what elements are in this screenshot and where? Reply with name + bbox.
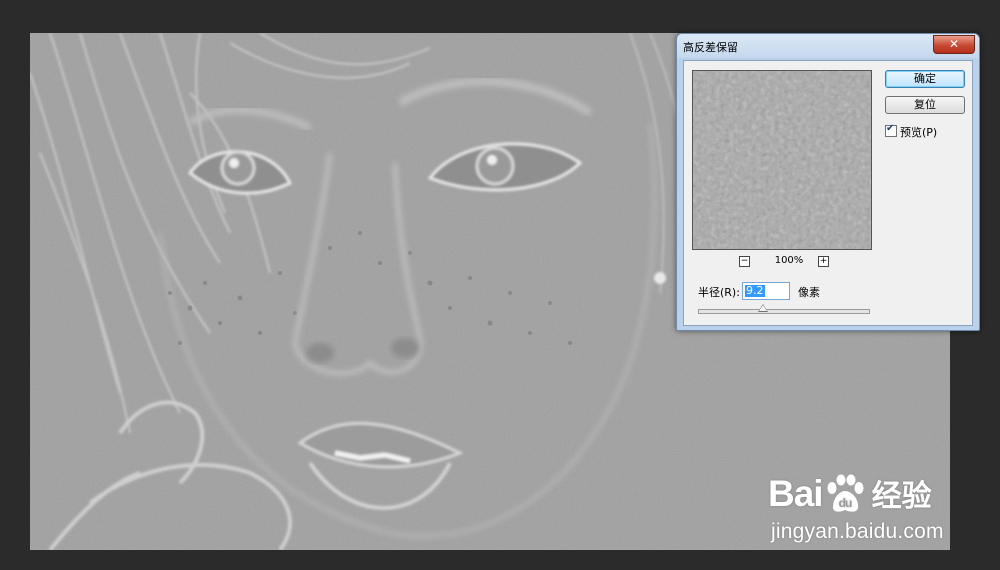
radius-value: 9.2: [745, 284, 765, 297]
paw-icon: du: [823, 474, 869, 514]
svg-text:du: du: [838, 496, 851, 510]
radius-input[interactable]: 9.2: [742, 282, 790, 300]
preview-label: 预览(P): [900, 126, 938, 139]
ok-button[interactable]: 确定: [885, 70, 965, 88]
preview-texture: [693, 71, 871, 249]
zoom-controls: − 100% +: [692, 255, 872, 269]
baidu-jingyan-watermark: Bai du 经验 jingyan.baidu.com: [768, 462, 958, 552]
zoom-in-button[interactable]: +: [818, 256, 829, 267]
preview-checkbox[interactable]: ✔: [885, 123, 897, 137]
logo-text-jingyan: 经验: [871, 480, 932, 513]
dialog-body: − 100% + 确定 复位 ✔ 预览(P) 半径(R): 9.2 像素: [683, 60, 973, 326]
dialog-titlebar[interactable]: 高反差保留 ✕: [677, 34, 979, 58]
logo-text-bai: Bai: [768, 473, 824, 514]
radius-label: 半径(R):: [698, 286, 740, 299]
radius-slider-track[interactable]: [698, 309, 870, 314]
radius-unit: 像素: [798, 286, 820, 299]
close-icon: ✕: [948, 37, 960, 51]
check-icon: ✔: [886, 123, 895, 134]
watermark-url: jingyan.baidu.com: [771, 520, 944, 543]
zoom-out-button[interactable]: −: [739, 256, 750, 267]
high-pass-dialog: 高反差保留 ✕ − 100% + 确定 复位 ✔ 预览(P) 半径(R): 9.…: [676, 33, 980, 331]
baidu-logo: Bai du 经验: [768, 474, 932, 514]
radius-slider-thumb[interactable]: [757, 304, 768, 312]
close-button[interactable]: ✕: [933, 35, 975, 54]
preview-checkbox-row[interactable]: ✔ 预览(P): [885, 123, 938, 140]
filter-preview[interactable]: [692, 70, 872, 250]
dialog-title: 高反差保留: [683, 41, 738, 54]
reset-button[interactable]: 复位: [885, 96, 965, 114]
zoom-level: 100%: [774, 255, 804, 266]
